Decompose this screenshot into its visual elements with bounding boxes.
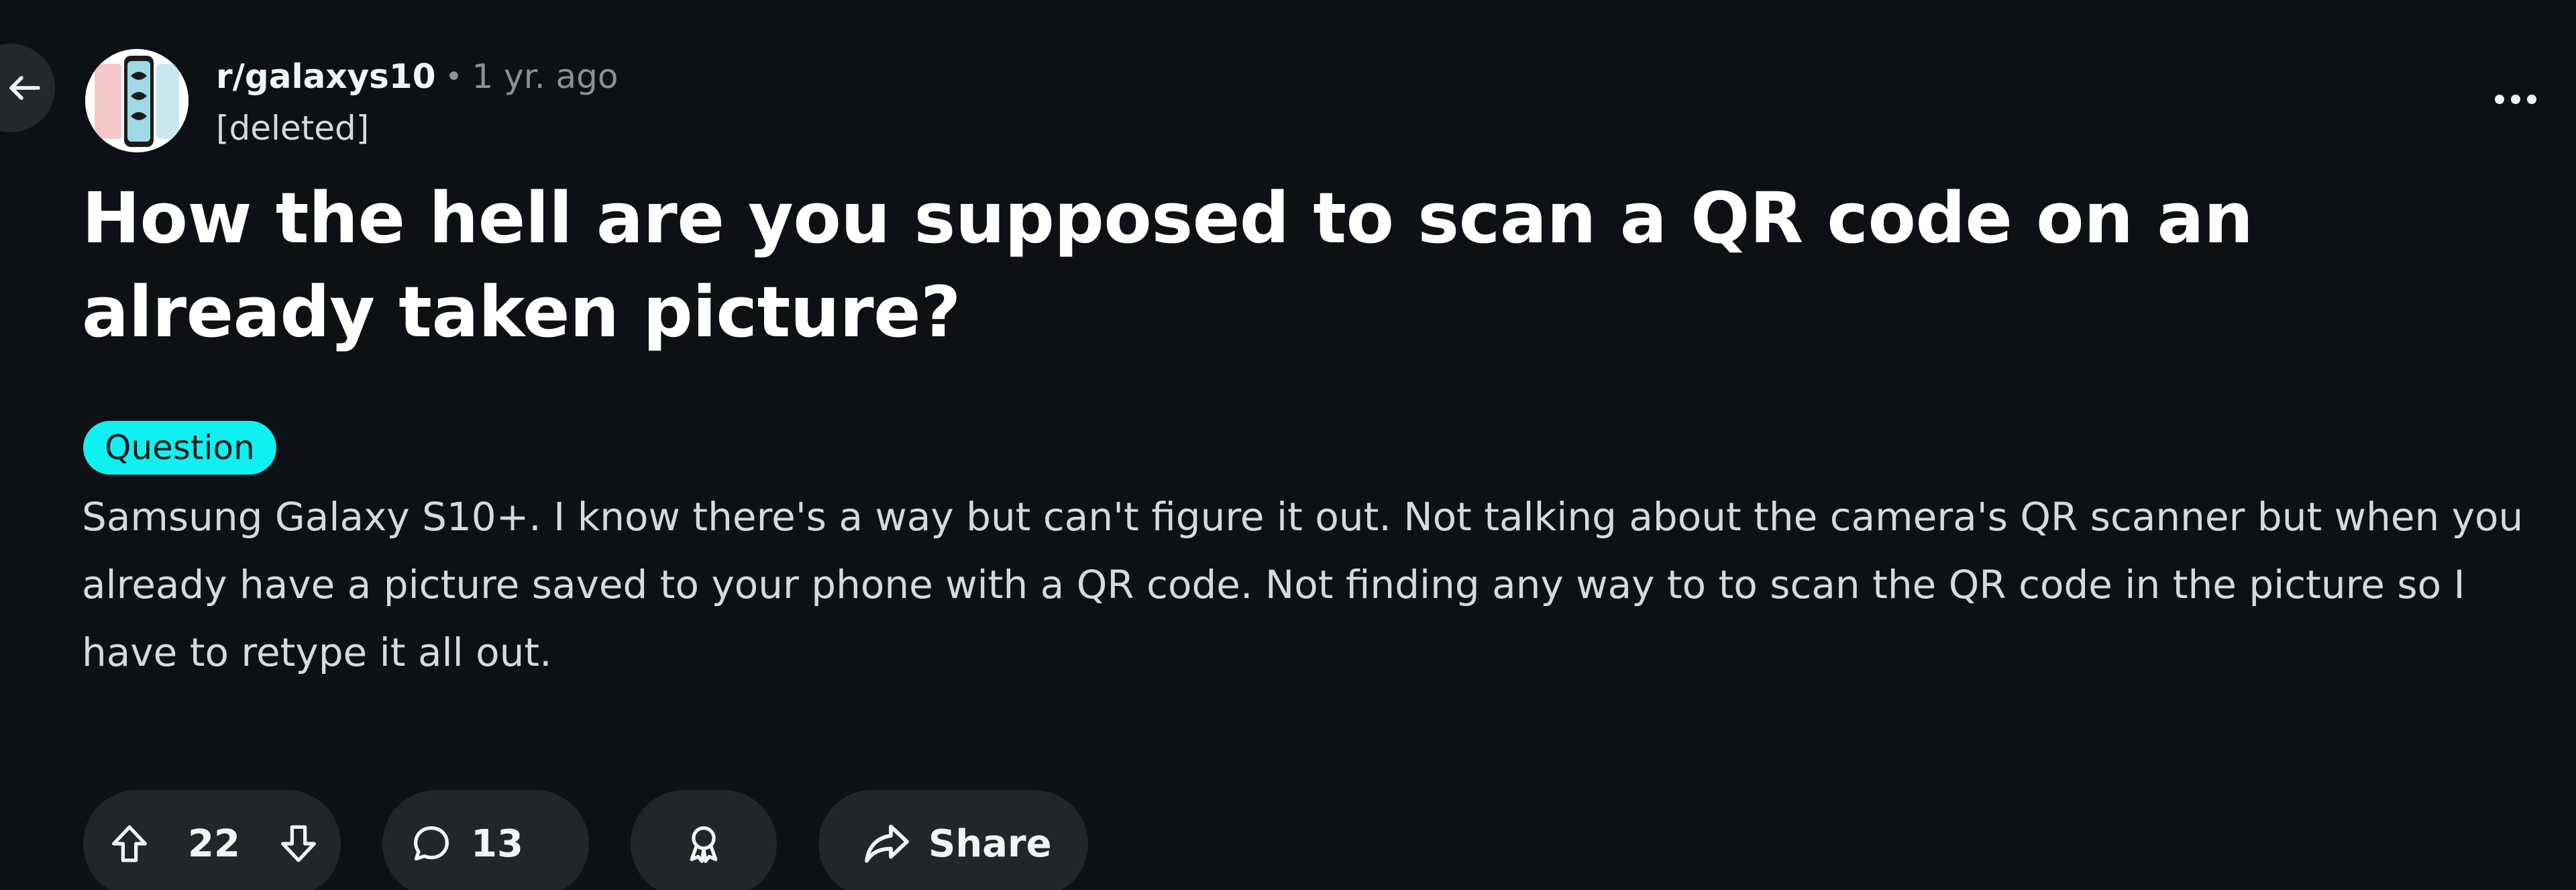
share-label: Share (928, 822, 1052, 866)
post-author: [deleted] (216, 109, 370, 148)
arrow-up-icon (112, 825, 147, 862)
post-meta: r/galaxys10 • 1 yr. ago (216, 54, 619, 99)
subreddit-link[interactable]: r/galaxys10 (216, 57, 436, 96)
post-timestamp: 1 yr. ago (472, 57, 619, 96)
arrow-left-icon (9, 76, 40, 100)
downvote-button[interactable] (276, 822, 321, 866)
meta-separator: • (445, 59, 463, 94)
share-arrow-icon (865, 824, 909, 863)
share-button[interactable]: Share (818, 790, 1088, 890)
ellipsis-icon (2495, 95, 2536, 104)
award-button[interactable] (631, 790, 777, 890)
upvote-button[interactable] (107, 822, 152, 866)
overflow-menu-button[interactable] (2489, 79, 2542, 119)
comments-button[interactable]: 13 (382, 790, 589, 890)
post-title: How the hell are you supposed to scan a … (82, 177, 2253, 353)
comment-count: 13 (471, 822, 523, 866)
vote-count: 22 (188, 822, 240, 866)
speech-bubble-icon (414, 826, 449, 861)
post-flair[interactable]: Question (83, 421, 276, 475)
post-action-bar: 22 13 Share (83, 790, 1088, 890)
subreddit-avatar[interactable] (85, 49, 189, 152)
award-ribbon-icon (690, 826, 718, 863)
subreddit-avatar-image (85, 49, 189, 152)
arrow-down-icon (281, 825, 316, 862)
post-body: Samsung Galaxy S10+. I know there's a wa… (82, 494, 2524, 675)
vote-control: 22 (83, 790, 341, 890)
back-button[interactable] (0, 44, 55, 132)
